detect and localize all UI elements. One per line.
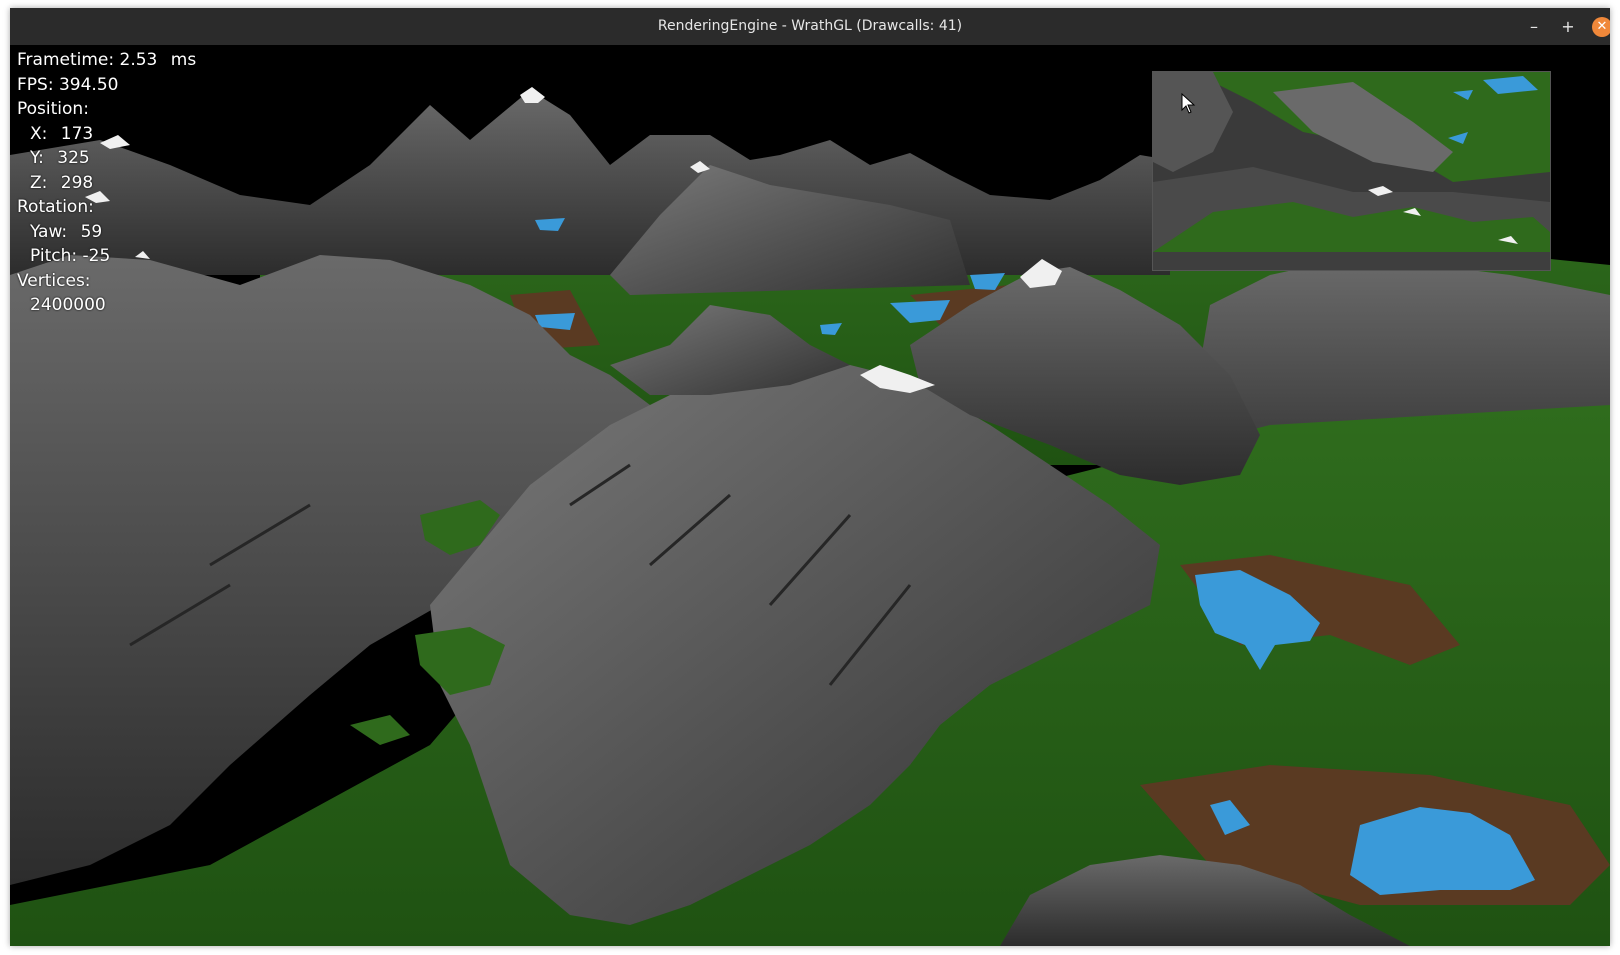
mouse-cursor-icon (1181, 93, 1196, 114)
frametime-unit: ms (170, 50, 197, 70)
minimize-icon[interactable]: – (1524, 17, 1544, 37)
minimap[interactable] (1152, 71, 1551, 271)
vertices-value: 2400000 (30, 295, 106, 315)
window-title: RenderingEngine - WrathGL (Drawcalls: 41… (657, 18, 963, 34)
position-label: Position: (17, 99, 89, 119)
pitch-row: Pitch: -25 (17, 244, 196, 269)
yaw-value: 59 (80, 221, 103, 242)
debug-hud: Frametime: 2.53 ms FPS: 394.50 Position:… (17, 48, 196, 318)
maximize-icon[interactable]: + (1558, 17, 1578, 37)
frametime-value: 2.53 (119, 50, 158, 70)
y-label: Y: (30, 148, 44, 168)
frametime-row: Frametime: 2.53 ms (17, 48, 196, 73)
y-value: 325 (57, 148, 90, 168)
pitch-label: Pitch: (30, 246, 78, 266)
rotation-label: Rotation: (17, 197, 94, 217)
frametime-label: Frametime: (17, 50, 115, 70)
x-label: X: (30, 123, 48, 144)
fps-row: FPS: 394.50 (17, 73, 196, 98)
x-value: 173 (60, 123, 94, 144)
minimap-render (1153, 72, 1550, 270)
z-value: 298 (60, 172, 94, 193)
yaw-row: Yaw: 59 (17, 220, 196, 245)
yaw-label: Yaw: (30, 221, 68, 242)
position-x-row: X: 173 (17, 122, 196, 147)
close-icon[interactable]: ✕ (1592, 17, 1610, 37)
fps-label: FPS: (17, 74, 54, 95)
vertices-label: Vertices: (17, 270, 91, 291)
position-y-row: Y: 325 (17, 146, 196, 171)
title-bar[interactable]: RenderingEngine - WrathGL (Drawcalls: 41… (10, 8, 1610, 45)
position-z-row: Z: 298 (17, 171, 196, 196)
render-viewport[interactable]: Frametime: 2.53 ms FPS: 394.50 Position:… (10, 45, 1610, 946)
fps-value: 394.50 (58, 74, 119, 95)
app-window: RenderingEngine - WrathGL (Drawcalls: 41… (10, 8, 1610, 946)
pitch-value: -25 (82, 246, 111, 266)
z-label: Z: (30, 172, 48, 193)
